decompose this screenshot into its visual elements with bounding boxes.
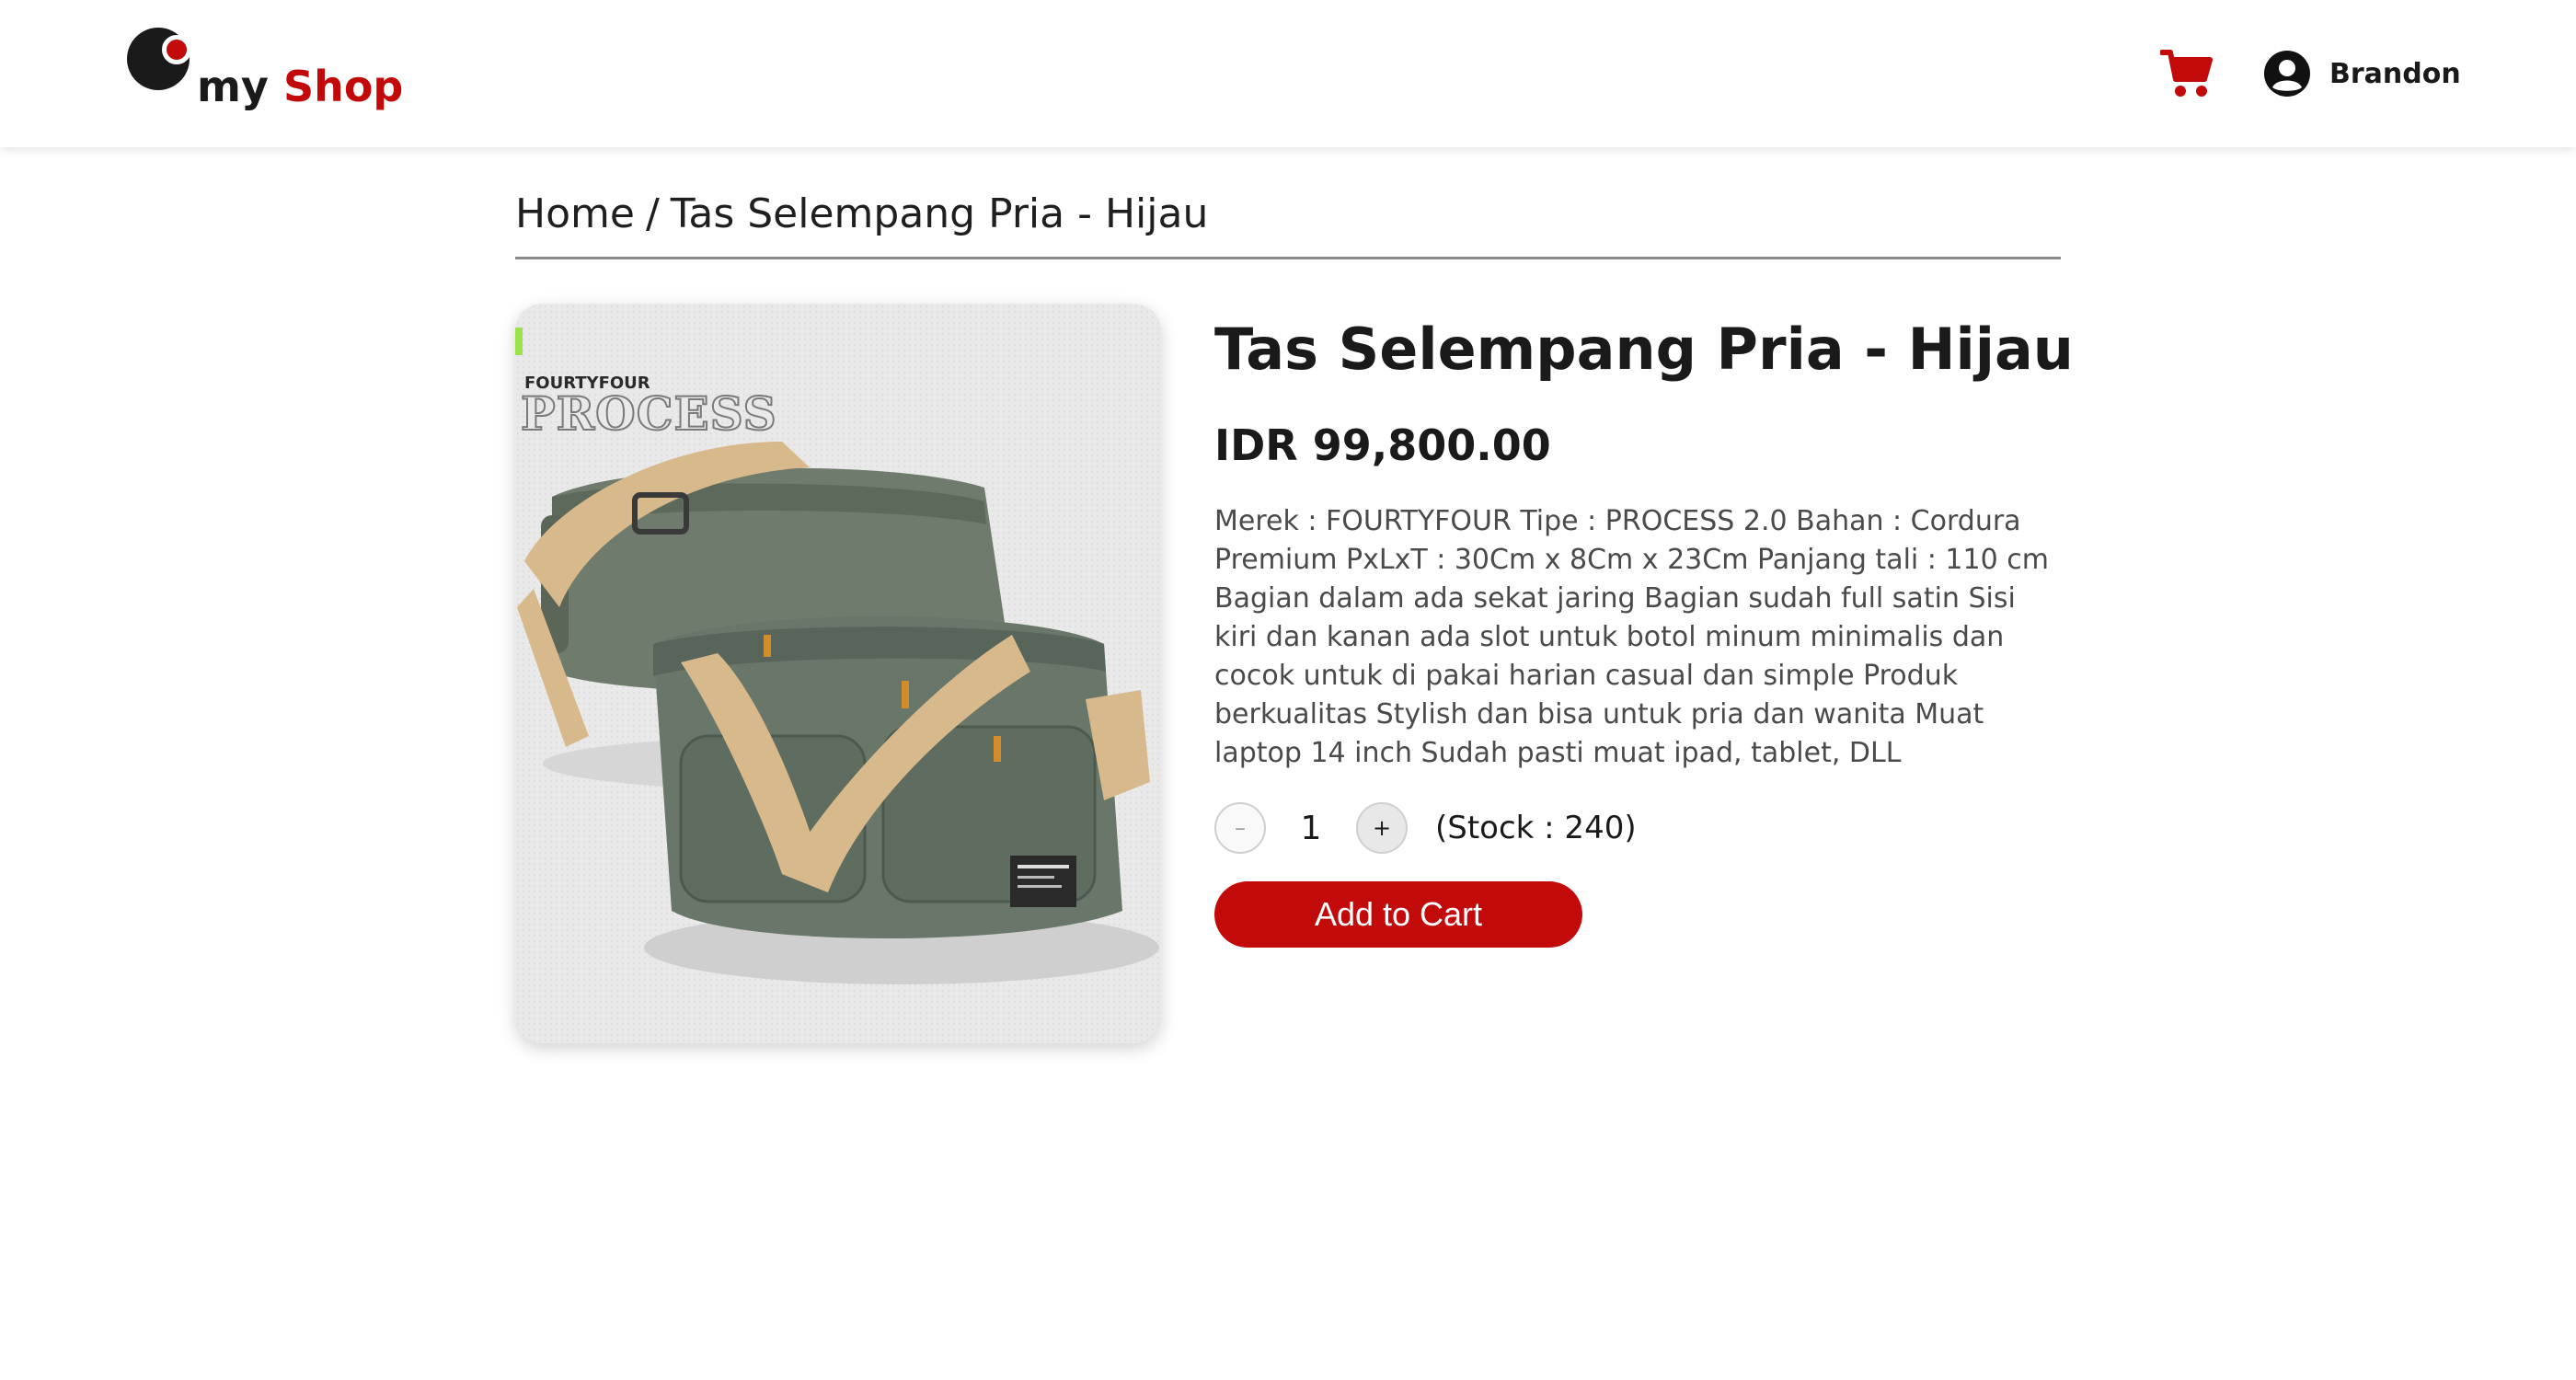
logo-text-shop: Shop — [282, 62, 404, 111]
stock-text: (Stock : 240) — [1435, 810, 1637, 846]
quantity-value: 1 — [1300, 809, 1322, 847]
navbar: my Shop Brandon — [0, 0, 2576, 147]
quantity-stepper: – 1 + (Stock : 240) — [1214, 802, 1637, 854]
cart-button[interactable] — [2160, 48, 2214, 99]
user-name: Brandon — [2329, 57, 2461, 90]
breadcrumb-current: Tas Selempang Pria - Hijau — [670, 190, 1209, 237]
user-circle-icon — [2263, 50, 2311, 98]
breadcrumb: Home / Tas Selempang Pria - Hijau — [515, 182, 2061, 259]
user-menu[interactable]: Brandon — [2263, 48, 2461, 99]
logo[interactable]: my Shop — [127, 28, 403, 120]
product-price: IDR 99,800.00 — [1214, 420, 1551, 470]
breadcrumb-separator: / — [645, 190, 660, 237]
logo-text: my Shop — [197, 61, 403, 112]
quantity-increase-button[interactable]: + — [1356, 802, 1408, 854]
product-title: Tas Selempang Pria - Hijau — [1214, 316, 2074, 383]
logo-text-my: my — [197, 62, 269, 111]
product-description: Merek : FOURTYFOUR Tipe : PROCESS 2.0 Ba… — [1214, 505, 2049, 769]
add-to-cart-button[interactable]: Add to Cart — [1214, 881, 1582, 948]
image-brand-big: PROCESS — [520, 385, 777, 442]
cart-icon — [2160, 48, 2214, 99]
quantity-decrease-button[interactable]: – — [1214, 802, 1266, 854]
logo-red-circle — [162, 35, 191, 64]
breadcrumb-home-link[interactable]: Home — [515, 190, 635, 237]
product-image: FOURTYFOUR PROCESS — [515, 304, 1161, 1043]
